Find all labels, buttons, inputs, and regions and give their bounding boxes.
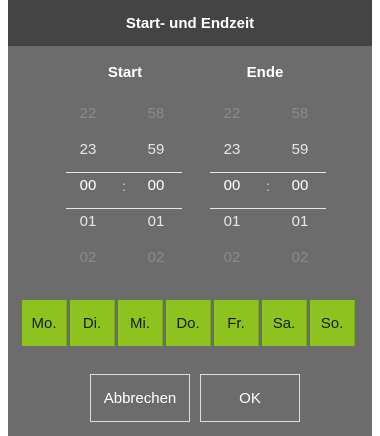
end-hour-option[interactable]: 22 — [212, 96, 252, 132]
dialog-title: Start- und Endzeit — [8, 0, 372, 46]
end-time-picker: 22 23 00 01 02 : 58 59 00 01 02 — [210, 96, 326, 278]
end-minute-option[interactable]: 59 — [280, 132, 320, 168]
end-time-separator: : — [266, 178, 270, 194]
day-toggle-friday[interactable]: Fr. — [214, 300, 259, 346]
start-hour-option[interactable]: 22 — [68, 96, 108, 132]
start-hour-selected[interactable]: 00 — [68, 168, 108, 204]
end-minute-wheel[interactable]: 58 59 00 01 02 — [280, 96, 320, 276]
end-column-label: Ende — [246, 64, 284, 81]
start-hour-option[interactable]: 01 — [68, 204, 108, 240]
start-minute-option[interactable]: 02 — [136, 240, 176, 276]
start-column-label: Start — [107, 64, 143, 81]
start-minute-option[interactable]: 58 — [136, 96, 176, 132]
end-hour-wheel[interactable]: 22 23 00 01 02 — [212, 96, 252, 276]
start-minute-selected[interactable]: 00 — [136, 168, 176, 204]
day-toggle-monday[interactable]: Mo. — [22, 300, 67, 346]
start-hour-option[interactable]: 23 — [68, 132, 108, 168]
end-hour-option[interactable]: 23 — [212, 132, 252, 168]
end-hour-selected[interactable]: 00 — [212, 168, 252, 204]
day-toggle-saturday[interactable]: Sa. — [262, 300, 307, 346]
start-minute-option[interactable]: 01 — [136, 204, 176, 240]
cancel-button[interactable]: Abbrechen — [90, 374, 190, 422]
end-minute-option[interactable]: 01 — [280, 204, 320, 240]
start-time-separator: : — [122, 178, 126, 194]
start-hour-wheel[interactable]: 22 23 00 01 02 — [68, 96, 108, 276]
start-minute-wheel[interactable]: 58 59 00 01 02 — [136, 96, 176, 276]
end-hour-option[interactable]: 02 — [212, 240, 252, 276]
start-time-picker: 22 23 00 01 02 : 58 59 00 01 02 — [66, 96, 182, 278]
end-minute-selected[interactable]: 00 — [280, 168, 320, 204]
end-minute-option[interactable]: 58 — [280, 96, 320, 132]
time-range-dialog: Start- und Endzeit Start Ende 22 23 00 0… — [8, 0, 372, 436]
ok-button[interactable]: OK — [200, 374, 300, 422]
start-minute-option[interactable]: 59 — [136, 132, 176, 168]
end-hour-option[interactable]: 01 — [212, 204, 252, 240]
end-minute-option[interactable]: 02 — [280, 240, 320, 276]
day-toggle-tuesday[interactable]: Di. — [70, 300, 115, 346]
start-hour-option[interactable]: 02 — [68, 240, 108, 276]
weekday-toggle-row: Mo. Di. Mi. Do. Fr. Sa. So. — [22, 300, 355, 346]
day-toggle-thursday[interactable]: Do. — [166, 300, 211, 346]
day-toggle-wednesday[interactable]: Mi. — [118, 300, 163, 346]
day-toggle-sunday[interactable]: So. — [310, 300, 355, 346]
